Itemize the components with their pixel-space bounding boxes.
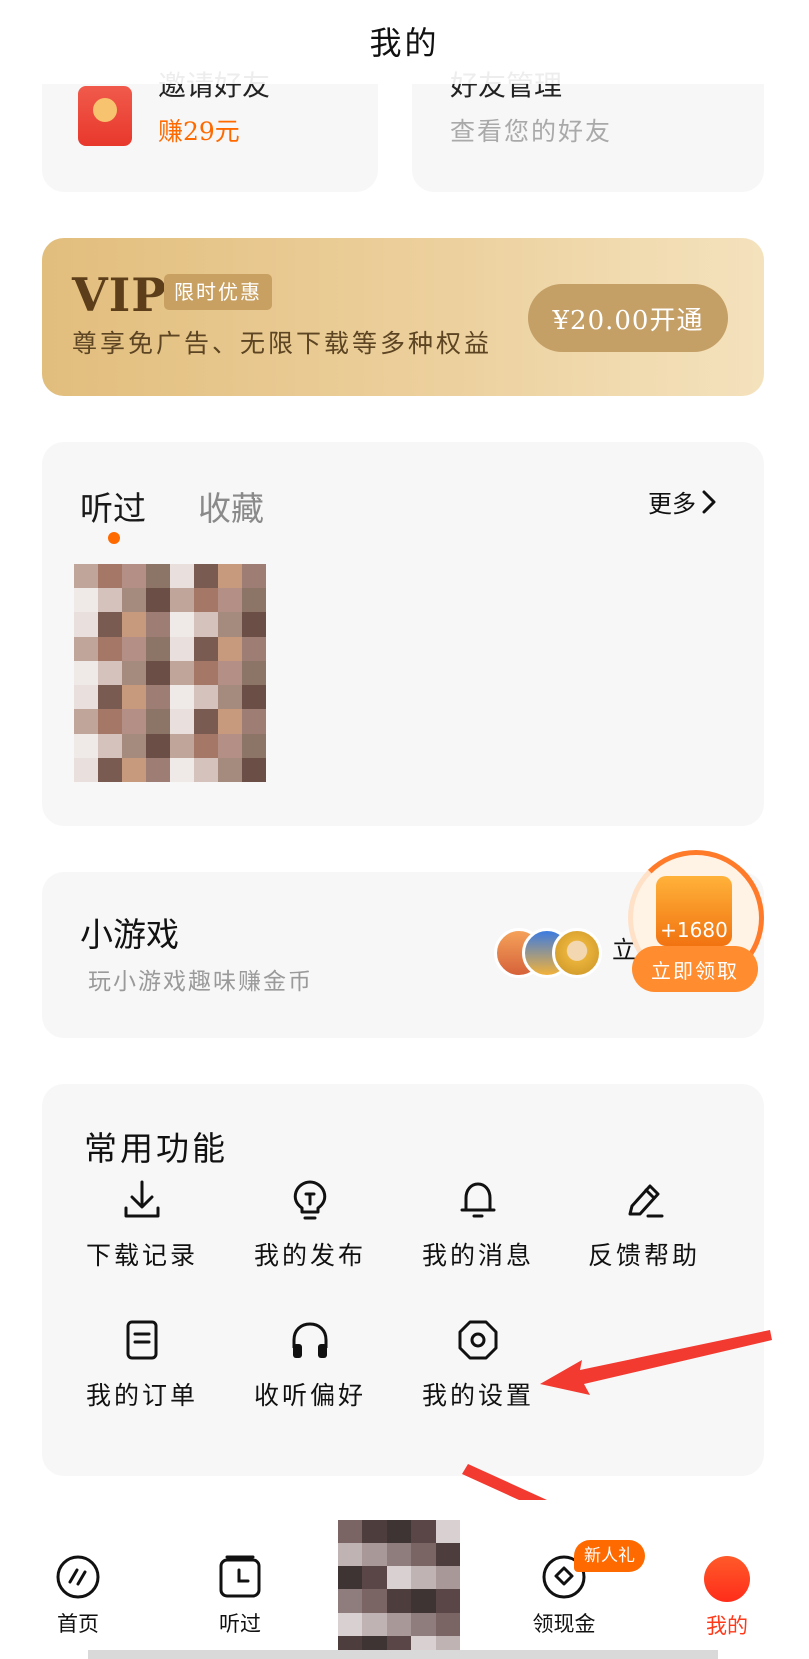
red-envelope-icon [78, 86, 132, 146]
more-label: 更多 [648, 490, 696, 518]
more-link[interactable]: 更多 [648, 484, 716, 519]
feedback-help-button[interactable]: 反馈帮助 [564, 1176, 724, 1272]
vip-banner[interactable]: VIP 限时优惠 尊享免广告、无限下载等多种权益 ¥20.00开通 [42, 238, 764, 396]
vip-logo: VIP [72, 268, 167, 322]
friends-manage-subtitle: 查看您的好友 [450, 117, 613, 146]
function-label: 我的设置 [421, 1381, 534, 1410]
tab-label: 我的 [706, 1614, 748, 1638]
function-label: 收听偏好 [253, 1381, 366, 1410]
my-posts-button[interactable]: 我的发布 [230, 1176, 390, 1272]
listening-preferences-button[interactable]: 收听偏好 [230, 1316, 390, 1412]
home-indicator [88, 1650, 718, 1659]
tab-label: 首页 [57, 1612, 99, 1636]
reward-amount: +1680 [660, 918, 728, 942]
tab-favorites[interactable]: 收藏 [198, 482, 264, 530]
page-title-overlay: 我的 [369, 24, 440, 62]
game-avatar [552, 928, 602, 978]
album-cover-thumbnail[interactable] [74, 564, 266, 782]
tab-label: 听过 [219, 1612, 261, 1636]
history-icon [219, 1555, 261, 1598]
download-icon [124, 1180, 160, 1218]
function-label: 我的消息 [421, 1241, 534, 1270]
vip-open-button[interactable]: ¥20.00开通 [528, 284, 728, 352]
download-records-button[interactable]: 下载记录 [62, 1176, 222, 1272]
chevron-right-icon [702, 490, 716, 513]
invite-reward: 赚29元 [158, 117, 240, 146]
mini-games-subtitle: 玩小游戏趣味赚金币 [88, 969, 313, 995]
tab-history[interactable]: 听过 [190, 1554, 290, 1638]
settings-icon [458, 1320, 498, 1360]
vip-promo-badge: 限时优惠 [164, 274, 272, 310]
lightbulb-icon [293, 1180, 327, 1220]
pencil-icon [628, 1184, 664, 1218]
my-orders-button[interactable]: 我的订单 [62, 1316, 222, 1412]
tab-profile[interactable]: 我的 [677, 1606, 777, 1640]
function-label: 下载记录 [85, 1241, 198, 1270]
new-user-gift-badge: 新人礼 [574, 1540, 645, 1572]
tab-heard[interactable]: 听过 [80, 482, 146, 530]
function-label: 我的订单 [85, 1381, 198, 1410]
active-tab-indicator [108, 532, 120, 544]
headphones-icon [292, 1322, 328, 1358]
my-settings-button[interactable]: 我的设置 [398, 1316, 558, 1412]
tab-label: 领现金 [532, 1612, 596, 1636]
bell-icon [460, 1182, 496, 1218]
common-functions-card: 常用功能 下载记录 我的发布 我的消息 反馈帮助 我的订单 收听偏好 我的设置 [42, 1084, 764, 1476]
claim-now-button[interactable]: 立即领取 [632, 946, 758, 992]
mini-games-title: 小游戏 [80, 915, 179, 954]
vip-description: 尊享免广告、无限下载等多种权益 [72, 329, 493, 358]
function-label: 反馈帮助 [587, 1241, 700, 1270]
profile-icon [704, 1556, 750, 1602]
document-icon [126, 1320, 158, 1360]
history-card: 听过 收藏 更多 [42, 442, 764, 826]
function-label: 我的发布 [253, 1241, 366, 1270]
my-messages-button[interactable]: 我的消息 [398, 1176, 558, 1272]
common-functions-title: 常用功能 [84, 1129, 228, 1168]
now-playing-cover[interactable] [338, 1520, 460, 1659]
home-icon [56, 1555, 100, 1599]
tab-home[interactable]: 首页 [28, 1554, 128, 1638]
